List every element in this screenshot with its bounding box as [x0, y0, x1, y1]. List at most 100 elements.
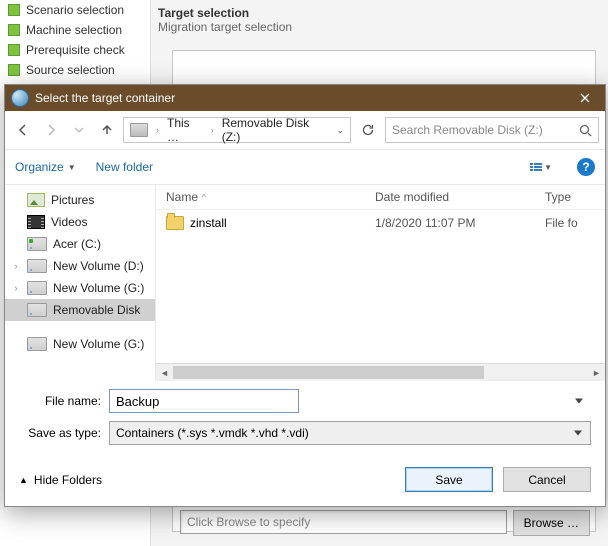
- toolbar: Organize▼ New folder ▼ ?: [5, 150, 605, 185]
- scroll-track[interactable]: [173, 364, 588, 381]
- step-label: Machine selection: [26, 23, 122, 37]
- refresh-icon: [361, 123, 375, 137]
- file-type: File fo: [535, 216, 605, 230]
- organize-menu[interactable]: Organize▼: [15, 160, 76, 174]
- breadcrumb-seg[interactable]: This …: [161, 118, 209, 142]
- file-list[interactable]: zinstall 1/8/2020 11:07 PMFile fo: [156, 210, 605, 363]
- browse-button[interactable]: Browse …: [513, 510, 590, 536]
- breadcrumb-seg[interactable]: Removable Disk (Z:): [216, 118, 331, 142]
- refresh-button[interactable]: [355, 117, 381, 143]
- drive-icon: [27, 259, 47, 273]
- chevron-down-icon: [74, 125, 84, 135]
- scroll-right-button[interactable]: ►: [588, 364, 605, 381]
- tree-label: Acer (C:): [53, 237, 101, 251]
- close-icon: [580, 93, 590, 103]
- close-button[interactable]: [565, 85, 605, 111]
- savetype-label: Save as type:: [19, 426, 109, 440]
- scroll-thumb[interactable]: [173, 366, 484, 379]
- file-row[interactable]: zinstall 1/8/2020 11:07 PMFile fo: [156, 212, 605, 234]
- wizard-main: Target selection Migration target select…: [158, 6, 598, 34]
- titlebar[interactable]: Select the target container: [5, 85, 605, 111]
- search-icon: [579, 124, 592, 137]
- nav-tree[interactable]: PicturesVideosAcer (C:)›New Volume (D:)›…: [5, 185, 156, 381]
- chevron-up-icon: ▲: [19, 475, 28, 485]
- folder-icon: [166, 216, 184, 230]
- tree-label: Videos: [51, 215, 87, 229]
- path-input[interactable]: Click Browse to specify: [180, 510, 507, 534]
- drive-icon: [27, 337, 47, 351]
- tree-node[interactable]: New Volume (G:): [5, 333, 155, 355]
- dialog-footer: ▲Hide Folders Save Cancel: [5, 457, 605, 506]
- forward-button[interactable]: [39, 118, 63, 142]
- expand-icon[interactable]: ›: [11, 261, 21, 271]
- recent-button[interactable]: [67, 118, 91, 142]
- column-headers: Name^ Date modified Type: [156, 185, 605, 210]
- tree-node[interactable]: Pictures: [5, 189, 155, 211]
- tree-label: Pictures: [51, 193, 94, 207]
- app-icon: [11, 89, 29, 107]
- form-area: File name: Save as type: Containers (*.s…: [5, 381, 605, 457]
- hide-folders-button[interactable]: ▲Hide Folders: [19, 473, 102, 487]
- sort-asc-icon: ^: [202, 193, 206, 202]
- check-icon: [8, 64, 20, 76]
- arrow-up-icon: [100, 123, 114, 137]
- col-name[interactable]: Name^: [156, 190, 365, 204]
- filename-input[interactable]: [109, 389, 299, 413]
- dialog-title: Select the target container: [35, 91, 175, 105]
- tree-node[interactable]: › New Volume (G:): [5, 277, 155, 299]
- scroll-left-button[interactable]: ◄: [156, 364, 173, 381]
- horizontal-scrollbar[interactable]: ◄ ►: [156, 363, 605, 381]
- wizard-step: Scenario selection: [0, 0, 150, 20]
- address-bar[interactable]: › This …› Removable Disk (Z:) ⌄: [123, 117, 351, 143]
- pic-icon: [27, 193, 45, 207]
- chevron-right-icon: ›: [154, 125, 161, 135]
- tree-node[interactable]: Removable Disk: [5, 299, 155, 321]
- col-date[interactable]: Date modified: [365, 190, 535, 204]
- drive-icon: [130, 123, 148, 137]
- back-button[interactable]: [11, 118, 35, 142]
- vid-icon: [27, 215, 45, 229]
- search-placeholder: Search Removable Disk (Z:): [392, 123, 543, 137]
- check-icon: [8, 44, 20, 56]
- file-pane: Name^ Date modified Type zinstall 1/8/202…: [156, 185, 605, 381]
- arrow-left-icon: [16, 123, 30, 137]
- address-dropdown[interactable]: ⌄: [330, 125, 350, 136]
- step-label: Prerequisite check: [26, 43, 125, 57]
- tree-label: New Volume (G:): [53, 337, 144, 351]
- page-subtitle: Migration target selection: [158, 20, 598, 34]
- tree-node[interactable]: › New Volume (D:): [5, 255, 155, 277]
- search-input[interactable]: Search Removable Disk (Z:): [385, 117, 599, 143]
- tree-node[interactable]: Videos: [5, 211, 155, 233]
- list-view-icon: [530, 163, 542, 171]
- drive-icon: [27, 303, 47, 317]
- new-folder-button[interactable]: New folder: [96, 160, 153, 174]
- save-button[interactable]: Save: [405, 467, 493, 492]
- step-label: Scenario selection: [26, 3, 124, 17]
- arrow-right-icon: [44, 123, 58, 137]
- up-button[interactable]: [95, 118, 119, 142]
- chevron-down-icon: ▼: [544, 163, 552, 172]
- wizard-step: Machine selection: [0, 20, 150, 40]
- cancel-button[interactable]: Cancel: [503, 467, 591, 492]
- expand-icon[interactable]: ›: [11, 283, 21, 293]
- nav-row: › This …› Removable Disk (Z:) ⌄ Search R…: [5, 111, 605, 150]
- chevron-right-icon: ›: [209, 125, 216, 135]
- col-type[interactable]: Type: [535, 190, 605, 204]
- check-icon: [8, 4, 20, 16]
- help-button[interactable]: ?: [577, 158, 595, 176]
- wizard-step: Prerequisite check: [0, 40, 150, 60]
- tree-label: New Volume (G:): [53, 281, 144, 295]
- tree-label: Removable Disk: [53, 303, 140, 317]
- file-date: 1/8/2020 11:07 PM: [365, 216, 535, 230]
- chevron-down-icon: ▼: [68, 163, 76, 172]
- page-title: Target selection: [158, 6, 598, 20]
- tree-node[interactable]: Acer (C:): [5, 233, 155, 255]
- tree-label: New Volume (D:): [53, 259, 144, 273]
- wizard-step: Source selection: [0, 60, 150, 80]
- save-dialog: Select the target container › This …› Re…: [4, 84, 606, 507]
- step-label: Source selection: [26, 63, 115, 77]
- savetype-select[interactable]: Containers (*.sys *.vmdk *.vhd *.vdi): [109, 421, 591, 445]
- view-options-button[interactable]: ▼: [525, 160, 557, 175]
- file-name: zinstall: [190, 216, 227, 230]
- filename-label: File name:: [19, 394, 109, 408]
